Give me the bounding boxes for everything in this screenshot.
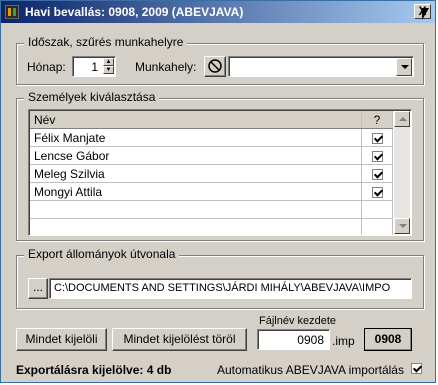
table-row[interactable]: Félix Manjate <box>30 128 393 147</box>
table-header-row: Név ? <box>30 111 393 129</box>
vertical-scrollbar[interactable] <box>394 111 410 234</box>
column-header-name[interactable]: Név <box>30 111 362 129</box>
window-title: Havi bevallás: 0908, 2009 (ABEVJAVA) <box>25 5 244 19</box>
person-checkbox[interactable] <box>371 168 383 180</box>
person-checkbox[interactable] <box>371 150 383 162</box>
scroll-up-icon[interactable] <box>394 111 410 127</box>
filename-input[interactable]: 0908 <box>257 329 330 350</box>
person-checkbox[interactable] <box>371 132 383 144</box>
table-row-empty <box>30 218 393 235</box>
persons-group-title: Személyek kiválasztása <box>24 90 160 104</box>
table-row-empty <box>30 200 393 219</box>
export-group-title: Export állományok útvonala <box>24 247 180 261</box>
person-name: Félix Manjate <box>30 128 362 147</box>
export-path-value: C:\DOCUMENTS AND SETTINGS\JÁRDI MIHÁLY\A… <box>54 282 391 294</box>
filename-value: 0908 <box>297 333 324 347</box>
filename-label: Fájlnév kezdete <box>259 315 337 327</box>
month-value: 1 <box>91 60 98 74</box>
clear-workplace-button[interactable] <box>204 56 226 77</box>
period-group-title: Időszak, szűrés munkahelyre <box>24 35 188 49</box>
browse-button[interactable]: ... <box>28 278 48 299</box>
person-name: Meleg Szilvia <box>30 164 362 183</box>
table-row[interactable]: Mongyi Attila <box>30 182 393 201</box>
table-row[interactable]: Lencse Gábor <box>30 146 393 165</box>
clear-selection-button[interactable]: Mindet kijelölést töröl <box>112 328 247 351</box>
select-all-button[interactable]: Mindet kijelöli <box>16 328 107 351</box>
mouse-pointer-icon <box>422 8 429 20</box>
scroll-track[interactable] <box>394 127 410 218</box>
month-spin-buttons[interactable]: ▲ ▼ <box>103 58 114 75</box>
month-label: Hónap: <box>27 60 66 74</box>
spin-down-icon[interactable]: ▼ <box>103 66 114 74</box>
person-name: Lencse Gábor <box>30 146 362 165</box>
persons-grid: Név ? Félix Manjate Lencse Gábor Meleg S… <box>30 111 393 235</box>
workplace-combo[interactable] <box>228 56 414 77</box>
table-row[interactable]: Meleg Szilvia <box>30 164 393 183</box>
person-checkbox[interactable] <box>371 186 383 198</box>
dialog-window: Havi bevallás: 0908, 2009 (ABEVJAVA) X I… <box>0 0 436 383</box>
workplace-label: Munkahely: <box>135 60 197 74</box>
person-name: Mongyi Attila <box>30 182 362 201</box>
filename-suffix: .imp <box>332 334 355 348</box>
selected-count-text: Exportálásra kijelölve: 4 db <box>16 363 172 377</box>
spin-up-icon[interactable]: ▲ <box>103 58 114 66</box>
scroll-down-icon[interactable] <box>394 218 410 234</box>
persons-table: Név ? Félix Manjate Lencse Gábor Meleg S… <box>28 109 412 236</box>
app-icon <box>5 5 19 19</box>
chevron-down-icon[interactable] <box>396 58 412 76</box>
title-bar: Havi bevallás: 0908, 2009 (ABEVJAVA) X <box>1 1 435 23</box>
action-button[interactable]: 0908 <box>364 328 412 351</box>
export-path-input[interactable]: C:\DOCUMENTS AND SETTINGS\JÁRDI MIHÁLY\A… <box>49 278 412 299</box>
auto-import-label: Automatikus ABEVJAVA importálás <box>217 363 404 377</box>
column-header-flag[interactable]: ? <box>361 111 393 129</box>
no-symbol-icon <box>208 59 222 73</box>
auto-import-checkbox[interactable] <box>411 363 422 374</box>
month-stepper[interactable]: 1 ▲ ▼ <box>72 56 116 77</box>
